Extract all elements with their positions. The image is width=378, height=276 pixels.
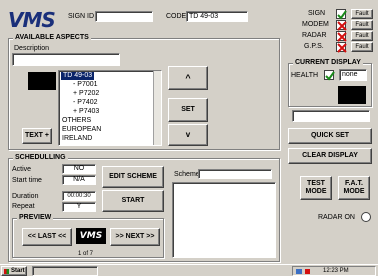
repeat-value[interactable]: Y: [62, 202, 96, 212]
radar-on-label: RADAR ON: [318, 214, 355, 221]
tree-expander-icon: -: [73, 81, 76, 88]
status-label-radar: RADAR: [302, 32, 327, 39]
sign-id-field[interactable]: [95, 11, 153, 22]
test-mode-button[interactable]: TEST MODE: [300, 176, 332, 200]
next-button[interactable]: >> NEXT >>: [110, 228, 160, 246]
status-label-modem: MODEM: [302, 21, 329, 28]
tree-item-selected[interactable]: TD 49-03: [61, 72, 95, 80]
current-display-title: CURRENT DISPLAY: [293, 59, 363, 66]
duration-value[interactable]: 00:00:30: [62, 191, 96, 201]
sound-icon: [305, 269, 310, 274]
clock: 12:23 PM: [323, 268, 349, 274]
gps-fault-button[interactable]: Fault: [351, 42, 373, 52]
windows-logo-icon: [4, 268, 9, 274]
tree-item[interactable]: OTHERS: [62, 117, 91, 125]
status-panel: SIGN Fault MODEM Fault RADAR Fault G.P.S…: [294, 8, 374, 56]
scroll-down-button[interactable]: v: [168, 124, 208, 146]
code-field[interactable]: TD 49-03: [186, 11, 248, 22]
vms-logo: VMS: [8, 8, 58, 32]
current-display-preview: [338, 86, 366, 104]
health-ok-icon: [324, 70, 335, 81]
fat-mode-button[interactable]: F.A.T. MODE: [338, 176, 370, 200]
preview-title: PREVIEW: [17, 214, 54, 221]
radar-fault-button[interactable]: Fault: [351, 31, 373, 41]
tree-item[interactable]: - P7001: [73, 81, 98, 89]
scheduling-title: SCHEDULLING: [13, 154, 68, 161]
tree-expander-icon: -: [73, 99, 76, 106]
set-button[interactable]: SET: [168, 98, 208, 122]
status-label-gps: G.P.S.: [304, 43, 324, 50]
tree-item-label: P7001: [77, 81, 98, 88]
radar-fault-icon: [336, 31, 347, 42]
scheme-list[interactable]: [172, 182, 276, 258]
start-menu-button[interactable]: Start: [1, 266, 27, 276]
taskbar: Start 12:23 PM: [0, 264, 378, 276]
tree-item[interactable]: EUROPEAN: [62, 126, 101, 134]
gps-fault-icon: [336, 42, 347, 53]
description-field[interactable]: [12, 53, 120, 66]
aspect-preview-black: [28, 72, 56, 90]
tree-item[interactable]: + P7202: [73, 90, 99, 98]
tree-item[interactable]: + P7403: [73, 108, 99, 116]
start-button[interactable]: START: [102, 190, 164, 212]
active-label: Active: [12, 166, 32, 173]
taskbar-app[interactable]: [32, 266, 98, 276]
sign-id-label: SIGN ID: [68, 13, 95, 20]
system-tray: 12:23 PM: [292, 266, 376, 276]
modem-fault-icon: [336, 20, 347, 31]
available-aspects-title: AVAILABLE ASPECTS: [13, 34, 91, 41]
tree-item-label: P7403: [79, 108, 100, 115]
status-label-sign: SIGN: [308, 10, 326, 17]
start-time-value[interactable]: N/A: [62, 175, 96, 185]
scheme-field[interactable]: [198, 169, 272, 179]
health-label: HEALTH: [291, 72, 319, 79]
scroll-up-button[interactable]: ^: [168, 66, 208, 90]
logo-text: VMS: [8, 8, 56, 32]
scheme-label: Scheme: [174, 171, 200, 178]
preview-logo-text: VMS: [79, 231, 103, 241]
tree-scrollbar[interactable]: [153, 71, 161, 145]
text-plus-button[interactable]: TEXT +: [22, 128, 52, 144]
tree-item[interactable]: - P7402: [73, 99, 98, 107]
tree-item[interactable]: IRELAND: [62, 135, 92, 143]
preview-counter: 1 of 7: [78, 251, 94, 257]
health-value: none: [339, 69, 367, 81]
sign-ok-icon: [336, 9, 347, 20]
current-text-field[interactable]: [292, 110, 370, 122]
tree-expander-icon: +: [73, 90, 78, 97]
tree-item-label: P7402: [77, 99, 98, 106]
description-label: Description: [14, 45, 50, 52]
duration-label: Duration: [12, 193, 39, 200]
tree-item-label: P7202: [79, 90, 100, 97]
last-button[interactable]: << LAST <<: [22, 228, 72, 246]
network-icon: [296, 269, 302, 274]
tree-expander-icon: +: [73, 108, 78, 115]
aspect-tree[interactable]: TD 49-03 - P7001 + P7202 - P7402 + P7403…: [58, 70, 162, 146]
down-arrow-icon: v: [185, 130, 191, 139]
start-time-label: Start time: [12, 177, 42, 184]
active-value[interactable]: NO: [62, 164, 96, 174]
preview-display: VMS: [76, 228, 106, 244]
clear-display-button[interactable]: CLEAR DISPLAY: [288, 148, 372, 164]
code-label: CODE: [166, 13, 187, 20]
up-arrow-icon: ^: [185, 73, 191, 83]
modem-fault-button[interactable]: Fault: [351, 20, 373, 30]
quick-set-button[interactable]: QUICK SET: [288, 128, 372, 144]
sign-fault-button[interactable]: Fault: [351, 9, 373, 19]
edit-scheme-button[interactable]: EDIT SCHEME: [102, 166, 164, 188]
start-label: Start: [11, 268, 25, 274]
radar-on-radio[interactable]: [361, 212, 371, 222]
repeat-label: Repeat: [12, 203, 35, 210]
